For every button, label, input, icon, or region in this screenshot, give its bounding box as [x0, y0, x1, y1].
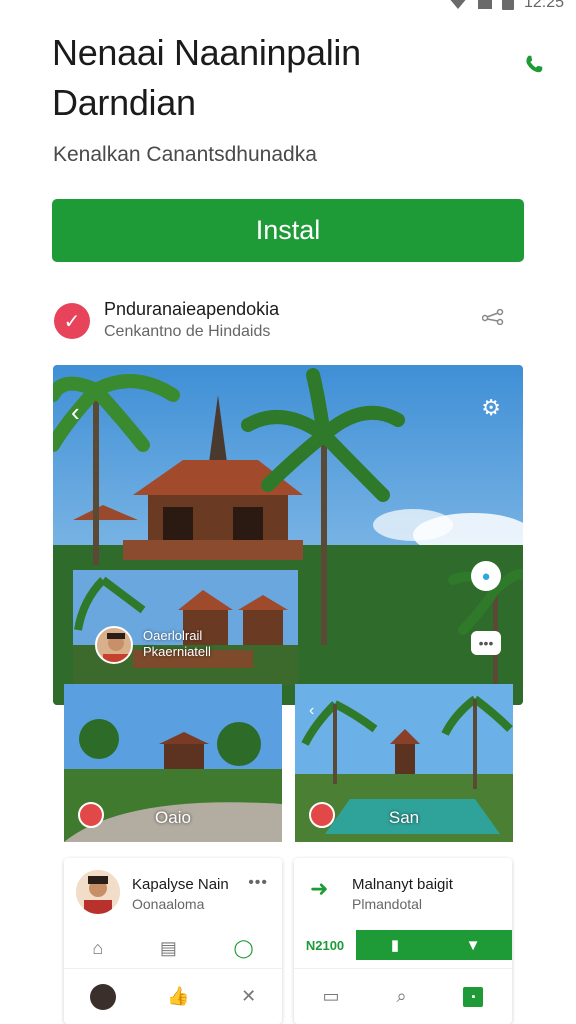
profile-card[interactable]: Kapalyse Nain ••• Oonaaloma ⌂ ▤ ◯ 👍 ✕	[64, 858, 282, 1024]
close-icon[interactable]: ✕	[241, 986, 256, 1007]
photo-gallery[interactable]: ‹ ⚙ ● ••• Oaerlolrail Pkaerniatell	[53, 365, 523, 705]
location-pin-icon[interactable]: ●	[471, 561, 501, 591]
bookmark-icon[interactable]: ▤	[160, 938, 177, 959]
check-icon: ✓	[54, 303, 90, 339]
inset-photo-card[interactable]: Oaerlolrail Pkaerniatell	[73, 570, 298, 685]
phone-icon[interactable]	[520, 50, 548, 78]
home-icon[interactable]: ⌂	[92, 938, 103, 959]
thumbnail-label: San	[388, 808, 420, 827]
thumbnail-card[interactable]: ‹ San	[295, 684, 513, 842]
card-subtitle: Plmandotal	[352, 896, 423, 912]
app-subtitle: Kenalkan Canantsdhunadka	[53, 143, 317, 166]
share-icon[interactable]	[481, 308, 504, 330]
search-icon[interactable]: ◯	[233, 938, 253, 959]
feature-subtitle: Cenkantno de Hindaids	[104, 323, 271, 340]
back-arrow-icon[interactable]: ‹	[71, 397, 80, 428]
square-icon[interactable]: ▪	[463, 986, 484, 1007]
install-button[interactable]: Instal	[52, 199, 524, 262]
arrow-right-icon: ➜	[310, 876, 329, 901]
status-time: 12:25	[523, 0, 564, 11]
tablet-icon[interactable]: ▭	[322, 986, 339, 1007]
route-card[interactable]: ➜ Malnanyt baigit Plmandotal N2100 ▮ ▼ ▭…	[294, 858, 512, 1024]
search-icon[interactable]: ⌕	[396, 986, 406, 1007]
inset-subtitle: Pkaerniatell	[143, 644, 211, 659]
action-bar[interactable]: N2100 ▮ ▼	[294, 930, 512, 960]
avatar	[95, 626, 133, 664]
feature-title: Pnduranaieapendokia	[104, 299, 280, 319]
settings-icon[interactable]: ⚙	[481, 395, 501, 421]
status-bar: 12:25	[0, 0, 576, 14]
thumbnail-label: Oaio	[155, 808, 191, 827]
card-title: Kapalyse Nain	[132, 876, 229, 893]
wifi-icon	[477, 0, 492, 9]
chevron-down-icon[interactable]: ▼	[434, 930, 512, 960]
bookmark-icon[interactable]: ▮	[356, 930, 434, 960]
count-label: N2100	[294, 930, 356, 960]
chevron-left-icon[interactable]: ‹	[309, 702, 314, 720]
inset-title: Oaerlolrail	[143, 628, 203, 643]
avatar	[76, 870, 120, 914]
card-subtitle: Oonaaloma	[132, 896, 205, 912]
signal-icon	[447, 0, 468, 9]
feature-row[interactable]: ✓ Pnduranaieapendokia Cenkantno de Hinda…	[52, 297, 524, 345]
thumbnail-card[interactable]: Oaio	[64, 684, 282, 842]
more-icon[interactable]: •••	[248, 874, 268, 892]
card-title: Malnanyt baigit	[352, 876, 453, 893]
chat-bubble-icon[interactable]: •••	[471, 631, 501, 655]
app-title: Nenaai Naaninpalin Darndian	[52, 32, 361, 123]
avatar[interactable]	[89, 983, 116, 1010]
battery-icon	[501, 0, 514, 10]
thumb-up-icon[interactable]: 👍	[167, 986, 189, 1007]
